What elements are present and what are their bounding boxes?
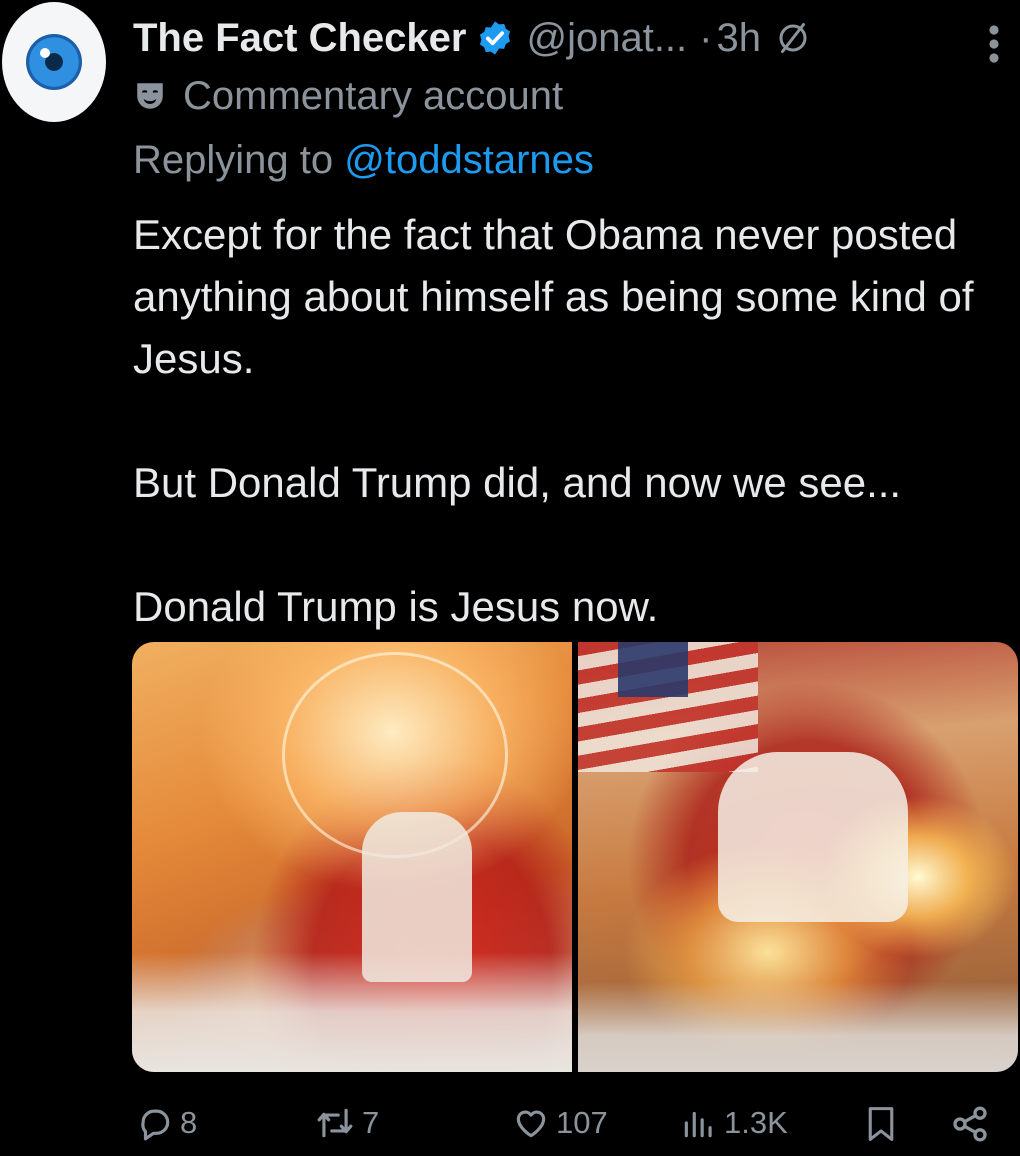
- tweet-header: The Fact Checker @jonat... · 3h: [133, 12, 811, 64]
- repost-icon: [317, 1108, 353, 1138]
- replying-prefix: Replying to: [133, 138, 334, 182]
- eye-icon: [26, 34, 82, 90]
- reply-mention-link[interactable]: @toddstarnes: [344, 138, 594, 182]
- repost-count: 7: [362, 1105, 380, 1140]
- verified-badge-icon: [480, 21, 511, 55]
- avatar[interactable]: [2, 2, 106, 122]
- reply-count: 8: [180, 1105, 198, 1140]
- bookmark-button[interactable]: [862, 1104, 900, 1144]
- repost-button[interactable]: 7: [314, 1104, 379, 1142]
- grok-icon[interactable]: [775, 20, 811, 56]
- tweet-time[interactable]: 3h: [716, 16, 761, 61]
- jesus-healing-image[interactable]: [132, 642, 572, 1072]
- reply-button[interactable]: 8: [136, 1104, 197, 1142]
- author-handle[interactable]: @jonat...: [526, 16, 687, 61]
- like-count: 107: [556, 1105, 608, 1140]
- tweet-text: Except for the fact that Obama never pos…: [133, 204, 1003, 638]
- views-button[interactable]: 1.3K: [680, 1104, 788, 1142]
- author-name[interactable]: The Fact Checker: [133, 16, 466, 61]
- tweet-paragraph: Except for the fact that Obama never pos…: [133, 211, 974, 382]
- views-count: 1.3K: [724, 1105, 788, 1140]
- heart-icon: [516, 1110, 546, 1138]
- views-icon: [684, 1111, 712, 1138]
- share-button[interactable]: [950, 1104, 990, 1144]
- separator-dot: ·: [699, 15, 713, 60]
- tweet-paragraph: Donald Trump is Jesus now.: [133, 583, 659, 630]
- like-button[interactable]: 107: [512, 1104, 608, 1142]
- action-bar: 8 7 107 1.3K: [0, 1098, 1020, 1154]
- replying-to: Replying to @toddstarnes: [133, 138, 594, 183]
- share-icon: [953, 1106, 987, 1142]
- media-grid: [132, 642, 1018, 1072]
- commentary-text: Commentary account: [183, 73, 564, 118]
- reply-icon: [141, 1109, 170, 1141]
- tweet-paragraph: But Donald Trump did, and now we see...: [133, 459, 902, 506]
- bookmark-icon: [868, 1107, 894, 1141]
- commentary-label: Commentary account: [133, 70, 563, 122]
- more-options-icon[interactable]: [984, 22, 1004, 66]
- mask-icon: [137, 83, 163, 109]
- trump-healing-image[interactable]: [578, 642, 1018, 1072]
